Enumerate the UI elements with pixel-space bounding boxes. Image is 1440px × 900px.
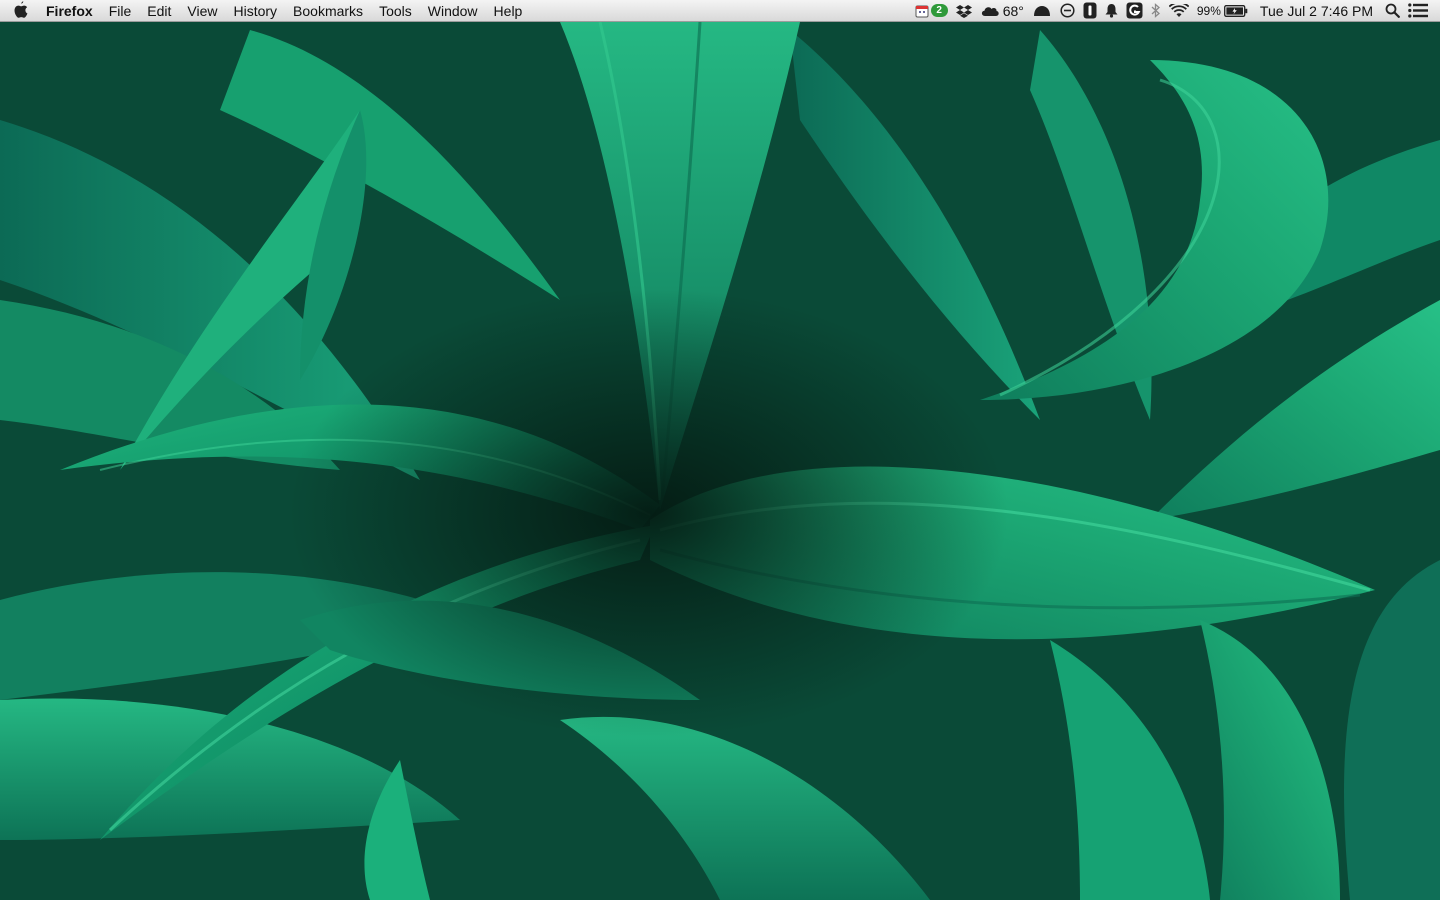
- dnd-status-item[interactable]: [1056, 0, 1079, 22]
- wifi-status-item[interactable]: [1165, 0, 1193, 22]
- weather-temperature: 68°: [1002, 2, 1024, 19]
- bluetooth-icon: [1151, 3, 1161, 18]
- desktop-wallpaper: [0, 0, 1440, 900]
- menu-edit[interactable]: Edit: [139, 0, 179, 22]
- weather-cloud-icon: [980, 4, 1000, 17]
- growl-icon: [1126, 2, 1143, 19]
- notification-bell-icon: [1105, 3, 1118, 18]
- notification-bell-status-item[interactable]: [1101, 0, 1122, 22]
- bluetooth-status-item[interactable]: [1147, 0, 1165, 22]
- dropbox-icon: [955, 4, 972, 18]
- do-not-disturb-icon: [1060, 3, 1075, 18]
- menu-bar-left: Firefox File Edit View History Bookmarks…: [0, 0, 530, 22]
- wifi-icon: [1168, 3, 1189, 18]
- calendar-icon: [915, 4, 929, 18]
- battery-status-item[interactable]: 99%: [1193, 0, 1252, 22]
- notification-badge: 2: [930, 4, 948, 17]
- clock[interactable]: Tue Jul 2 7:46 PM: [1252, 0, 1381, 22]
- apple-menu-button[interactable]: [0, 0, 40, 22]
- notification-center-status-item[interactable]: [1404, 0, 1432, 22]
- battery-icon: [1223, 4, 1248, 17]
- menu-app-name[interactable]: Firefox: [40, 0, 101, 22]
- spotlight-search-icon: [1385, 3, 1400, 18]
- cloud-app-icon: [1032, 5, 1052, 17]
- menu-bar-status-area: 2 68° 99% Tue Jul 2 7:46 PM: [911, 0, 1440, 22]
- menu-file[interactable]: File: [101, 0, 140, 22]
- growl-status-item[interactable]: [1122, 0, 1147, 22]
- menu-help[interactable]: Help: [486, 0, 531, 22]
- dropbox-status-item[interactable]: [952, 0, 976, 22]
- cloud-app-status-item[interactable]: [1028, 0, 1056, 22]
- apple-logo-icon: [13, 0, 28, 21]
- app-number-icon: [1083, 2, 1097, 19]
- menu-view[interactable]: View: [179, 0, 225, 22]
- menu-tools[interactable]: Tools: [371, 0, 420, 22]
- battery-percent: 99%: [1196, 3, 1221, 18]
- menu-bar: Firefox File Edit View History Bookmarks…: [0, 0, 1440, 22]
- menu-window[interactable]: Window: [420, 0, 486, 22]
- notification-center-icon: [1408, 3, 1428, 18]
- menu-history[interactable]: History: [225, 0, 285, 22]
- weather-status-item[interactable]: 68°: [976, 0, 1028, 22]
- spotlight-status-item[interactable]: [1381, 0, 1404, 22]
- calendar-status-item[interactable]: 2: [911, 0, 952, 22]
- menu-bookmarks[interactable]: Bookmarks: [285, 0, 371, 22]
- app-number-status-item[interactable]: [1079, 0, 1101, 22]
